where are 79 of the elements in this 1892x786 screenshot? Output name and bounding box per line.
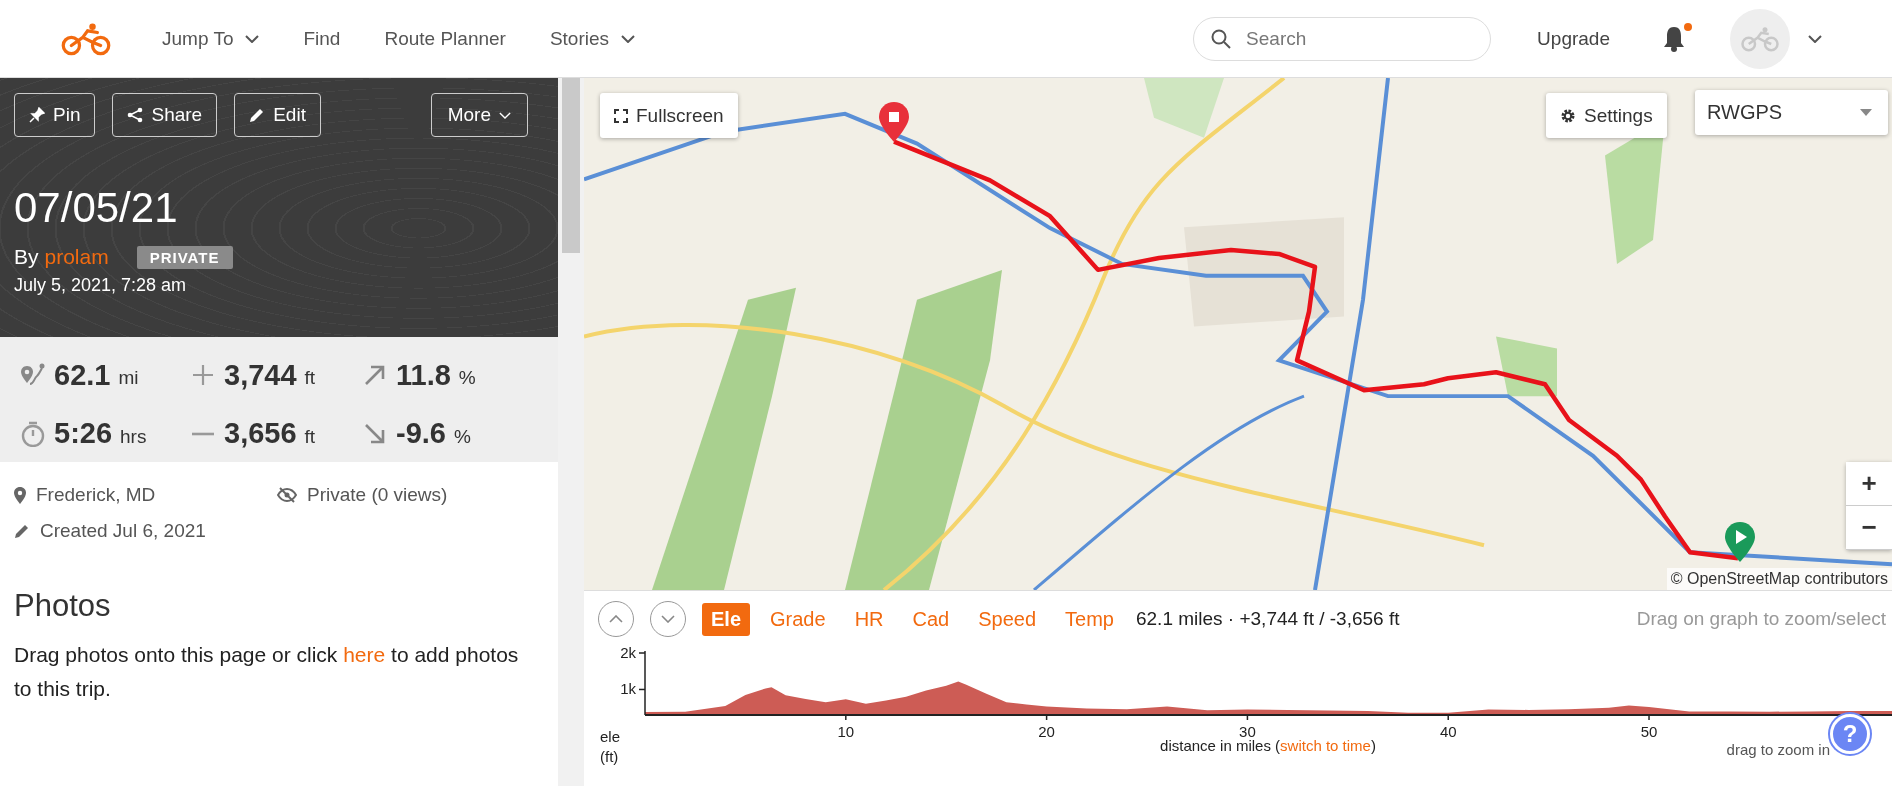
pushpin-icon — [29, 107, 45, 123]
nav-link[interactable]: Route Planner — [384, 27, 506, 50]
bicycle-icon — [1740, 25, 1780, 52]
author-link[interactable]: prolam — [44, 245, 109, 269]
search-icon — [1211, 28, 1232, 49]
stat-unit: mi — [118, 367, 139, 389]
photos-text: Drag photos onto this page or click here to add photos to this trip. — [14, 642, 520, 702]
trip-datetime: July 5, 2021, 7:28 am — [14, 275, 188, 296]
upgrade-link[interactable]: Upgrade — [1537, 27, 1610, 50]
x-tick-label: 50 — [1640, 723, 1658, 740]
graph-hint: Drag on graph to zoom/select — [1636, 608, 1886, 630]
stat-value: 62.1 — [54, 358, 111, 392]
detail-text: Created Jul 6, 2021 — [40, 520, 206, 542]
x-tick-label: 10 — [837, 723, 855, 740]
chevron-up-icon — [609, 615, 623, 623]
action-button[interactable]: Share — [112, 93, 218, 137]
nav-link[interactable]: Jump To — [162, 27, 260, 50]
minus-icon — [190, 431, 216, 436]
action-button[interactable]: Pin — [14, 93, 96, 137]
action-button[interactable]: Edit — [234, 93, 321, 137]
x-axis-label: distance in miles (switch to time) — [1160, 737, 1376, 754]
map-attribution: © OpenStreetMap contributors — [1666, 568, 1892, 590]
nav-link[interactable]: Find — [303, 27, 341, 50]
nav-link[interactable]: Stories — [549, 27, 636, 50]
more-button[interactable]: More — [430, 93, 528, 137]
start-marker-icon[interactable] — [1725, 522, 1755, 562]
y-axis — [638, 650, 646, 716]
x-tick-label: 40 — [1439, 723, 1457, 740]
expand-up-button[interactable] — [598, 601, 634, 637]
stat-value: 3,744 — [224, 358, 297, 392]
x-tick-label: 30 — [1239, 723, 1256, 740]
stat-unit: % — [458, 367, 476, 389]
y-tick-label: 1k — [620, 680, 636, 698]
zoom-out-button[interactable]: − — [1846, 506, 1892, 550]
pencil-icon — [249, 107, 266, 123]
stat-value: 3,656 — [224, 417, 297, 450]
stat-value: -9.6 — [396, 417, 446, 450]
stopwatch-icon — [20, 420, 46, 447]
map-layer-select[interactable]: RWGPS — [1695, 90, 1888, 135]
chevron-down-icon — [499, 111, 511, 119]
chevron-down-icon — [621, 34, 636, 43]
plus-icon — [190, 364, 216, 386]
settings-icon — [1560, 107, 1576, 124]
stat-unit: % — [454, 425, 471, 448]
stat-value: 5:26 — [54, 417, 113, 450]
bicycle-logo[interactable] — [60, 21, 112, 56]
route-summary: 62.1 miles · +3,744 ft / -3,656 ft — [1135, 608, 1400, 630]
stat-unit: ft — [304, 425, 316, 448]
stat-value: 11.8 — [396, 358, 451, 392]
stat-unit: ft — [304, 367, 316, 389]
route-pin-icon — [20, 362, 46, 388]
y-tick-label: 2k — [620, 644, 636, 661]
photos-heading: Photos — [14, 588, 112, 624]
byline-label: By — [14, 245, 39, 269]
chevron-down-icon[interactable] — [1808, 34, 1822, 43]
eye-slash-icon — [277, 487, 297, 503]
detail-text: Private (0 views) — [307, 484, 448, 506]
location-pin-icon — [14, 486, 26, 504]
pencil-icon — [14, 523, 30, 539]
stat-unit: hrs — [120, 425, 147, 448]
chevron-down-icon — [245, 34, 260, 43]
privacy-badge: PRIVATE — [136, 245, 233, 269]
y-axis-label: ele (ft) — [600, 727, 622, 767]
detail-text: Frederick, MD — [36, 484, 156, 506]
settings-button[interactable]: Settings — [1546, 93, 1667, 138]
caret-down-icon — [1860, 109, 1872, 116]
search-field[interactable]: Search — [1193, 16, 1492, 61]
chevron-down-icon — [661, 615, 675, 623]
zoom-hint: drag to zoom in — [1726, 741, 1830, 758]
collapse-down-button[interactable] — [650, 601, 686, 637]
fullscreen-icon — [614, 108, 628, 123]
finish-marker-icon[interactable] — [879, 102, 909, 142]
zoom-in-button[interactable]: + — [1846, 462, 1892, 506]
trip-title: 07/05/21 — [14, 183, 179, 233]
fullscreen-button[interactable]: Fullscreen — [600, 93, 738, 138]
scrollbar[interactable] — [558, 78, 584, 786]
x-tick-label: 20 — [1038, 723, 1055, 740]
bell-icon[interactable] — [1662, 25, 1686, 52]
share-icon — [127, 107, 144, 123]
